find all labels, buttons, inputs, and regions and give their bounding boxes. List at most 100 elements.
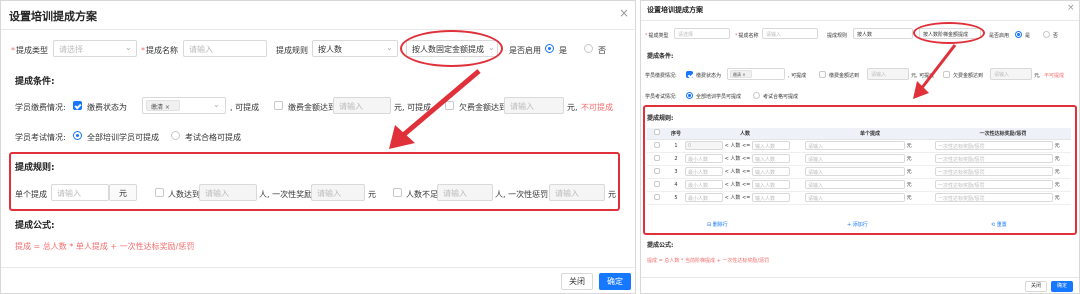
table-row: 4 最小人数 < 人数 <= 输入人数 请输入 元 一次性达标奖励/惩罚 元 <box>647 178 1071 192</box>
reset-button[interactable]: ⟲ 重置 <box>991 221 1007 228</box>
paid-amount-label: 缴费金额达到 <box>829 73 860 79</box>
row-checkbox[interactable] <box>654 141 660 148</box>
conditions-title: 提成条件: <box>15 77 55 87</box>
exam-all-label: 全部培训学员可提成 <box>696 94 742 100</box>
max-count-input[interactable]: 输入人数 <box>751 167 790 176</box>
min-count-input[interactable]: 最小人数 <box>685 167 723 176</box>
min-count-input[interactable]: 最小人数 <box>685 154 723 163</box>
exam-pass-radio[interactable] <box>171 131 180 140</box>
row-checkbox[interactable] <box>654 180 660 187</box>
min-count-input[interactable]: 最小人数 <box>685 180 723 189</box>
unit-label: 元 <box>1054 195 1060 201</box>
reach-checkbox[interactable] <box>155 188 164 197</box>
max-count-input[interactable]: 输入人数 <box>751 180 790 189</box>
paid-amount-input[interactable]: 请输入 <box>867 68 909 80</box>
header-divider <box>1 29 635 30</box>
owe-amount-input[interactable]: 请输入 <box>504 97 564 114</box>
ok-button[interactable]: 确定 <box>1051 281 1073 292</box>
name-input[interactable]: 请输入 <box>183 40 267 57</box>
min-count-input[interactable]: 0 <box>685 141 723 150</box>
close-icon[interactable]: × <box>619 6 629 20</box>
max-count-input[interactable]: 输入人数 <box>751 154 790 163</box>
pay-status-checkbox[interactable] <box>686 71 693 78</box>
single-commission-cell: 请输入 元 <box>805 178 935 192</box>
ok-button[interactable]: 确定 <box>599 273 631 290</box>
single-input[interactable]: 请输入 <box>51 184 109 201</box>
reach-label: 人数达到 <box>168 190 200 199</box>
bonus-input[interactable]: 一次性达标奖励/惩罚 <box>935 141 1053 150</box>
max-count-input[interactable]: 输入人数 <box>751 193 790 202</box>
row-number: 5 <box>667 191 685 205</box>
under-checkbox[interactable] <box>393 188 402 197</box>
unit-label: 元 <box>906 143 912 149</box>
annotation-ellipse <box>400 30 503 67</box>
count-operator: < 人数 <= <box>724 169 751 175</box>
enable-label: 是否启用 <box>509 46 541 55</box>
footer-divider <box>641 277 1079 278</box>
enable-no-radio[interactable] <box>584 44 593 53</box>
exam-all-radio[interactable] <box>73 131 82 140</box>
pay-status-checkbox[interactable] <box>73 101 82 110</box>
chevron-down-icon: ⌄ <box>213 100 220 109</box>
single-commission-input[interactable]: 请输入 <box>805 180 905 189</box>
bonus-input[interactable]: 一次性达标奖励/惩罚 <box>935 193 1053 202</box>
col-header-no: 序号 <box>667 128 685 140</box>
annotation-arrow <box>913 44 957 99</box>
bonus-input[interactable]: 一次性达标奖励/惩罚 <box>935 154 1053 163</box>
exam-pass-radio[interactable] <box>753 92 760 99</box>
under-input[interactable]: 请输入 <box>437 184 493 201</box>
single-commission-cell: 请输入 元 <box>805 152 935 166</box>
single-commission-input[interactable]: 请输入 <box>805 154 905 163</box>
delete-row-button[interactable]: ⊟ 删除行 <box>707 221 728 228</box>
dialog-title: 设置培训提成方案 <box>647 6 703 14</box>
reach-input[interactable]: 请输入 <box>199 184 257 201</box>
bonus-input[interactable]: 请输入 <box>311 184 365 201</box>
min-count-input[interactable]: 最小人数 <box>685 193 723 202</box>
owe-amount-input[interactable]: 请输入 <box>990 68 1032 80</box>
single-commission-input[interactable]: 请输入 <box>805 193 905 202</box>
formula-text: 提成 = 总人数 * 单人提成 + 一次性达标奖励/惩罚 <box>15 242 195 251</box>
unit-label: 元 <box>1054 156 1060 162</box>
table-row: 5 最小人数 < 人数 <= 输入人数 请输入 元 一次性达标奖励/惩罚 元 <box>647 191 1071 205</box>
bonus-input[interactable]: 一次性达标奖励/惩罚 <box>935 167 1053 176</box>
single-commission-input[interactable]: 请输入 <box>805 141 905 150</box>
row-checkbox[interactable] <box>654 167 660 174</box>
enable-yes-label: 是 <box>1025 33 1031 39</box>
single-unit: 元 <box>109 184 137 201</box>
footer-divider <box>1 267 635 268</box>
close-icon[interactable]: × <box>1067 3 1075 13</box>
single-label: 单个提成 <box>15 190 47 199</box>
row-number: 1 <box>667 139 685 153</box>
under-label: 人数不足 <box>406 190 438 199</box>
row-checkbox[interactable] <box>654 193 660 200</box>
add-row-button[interactable]: + 添加行 <box>847 221 868 228</box>
type-select[interactable]: 请选择 <box>674 28 730 39</box>
bonus-input[interactable]: 一次性达标奖励/惩罚 <box>935 180 1053 189</box>
bonus-cell: 一次性达标奖励/惩罚 元 <box>935 139 1071 153</box>
name-input[interactable]: 请输入 <box>762 28 818 39</box>
paid-amount-checkbox[interactable] <box>819 71 826 78</box>
single-commission-input[interactable]: 请输入 <box>805 167 905 176</box>
rule-select[interactable]: 按人数 <box>853 28 913 39</box>
row-checkbox-cell <box>647 178 667 192</box>
enable-no-radio[interactable] <box>1043 31 1050 38</box>
penalty-input[interactable]: 请输入 <box>549 184 605 201</box>
table-row: 3 最小人数 < 人数 <= 输入人数 请输入 元 一次性达标奖励/惩罚 元 <box>647 165 1071 179</box>
enable-yes-radio[interactable] <box>1015 31 1022 38</box>
paid-amount-checkbox[interactable] <box>274 101 283 110</box>
unit-label: 元 <box>906 169 912 175</box>
type-label: *提成类型 <box>645 33 669 39</box>
close-button[interactable]: 关闭 <box>1025 281 1047 292</box>
enable-yes-radio[interactable] <box>545 44 554 53</box>
exam-all-radio[interactable] <box>686 92 693 99</box>
max-count-input[interactable]: 输入人数 <box>751 141 790 150</box>
row-checkbox[interactable] <box>654 154 660 161</box>
count-range-cell: 最小人数 < 人数 <= 输入人数 <box>685 191 805 205</box>
bonus-cell: 一次性达标奖励/惩罚 元 <box>935 178 1071 192</box>
close-button[interactable]: 关闭 <box>561 273 593 290</box>
bonus-unit: 元 <box>368 190 376 199</box>
pay-status-label: 缴费状态为 <box>87 103 127 112</box>
pay-can-text: , 可提成 <box>788 73 807 79</box>
select-all-checkbox[interactable] <box>654 129 660 136</box>
header-divider <box>641 20 1079 21</box>
